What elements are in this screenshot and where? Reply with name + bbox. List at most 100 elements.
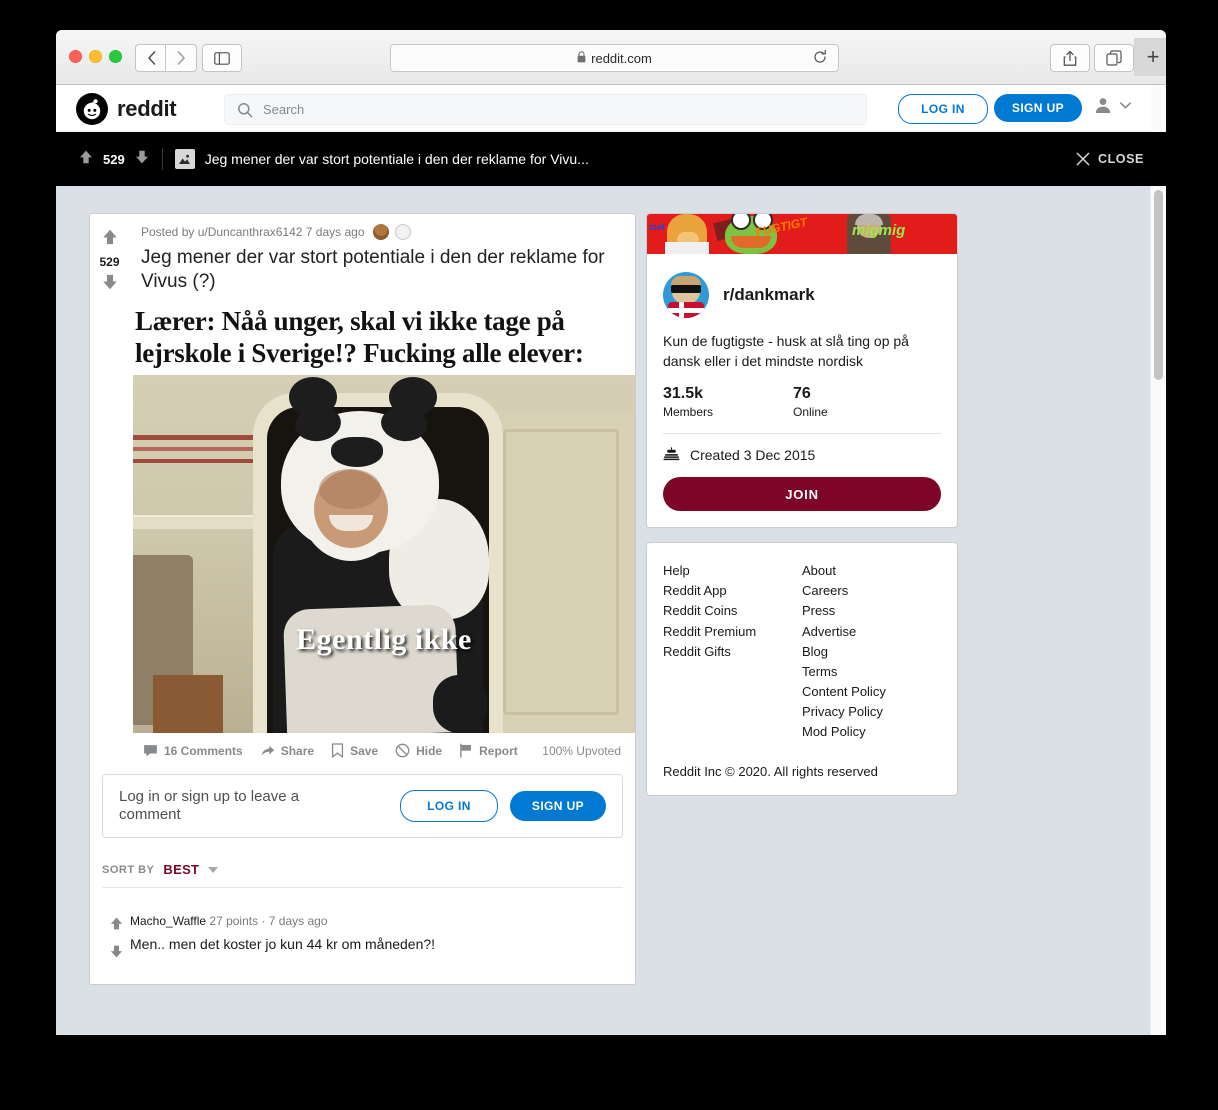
footer-link-mod-policy[interactable]: Mod Policy bbox=[802, 722, 941, 742]
hugz-award-icon[interactable] bbox=[372, 224, 389, 240]
comment-body: Macho_Waffle 27 points · 7 days ago Men.… bbox=[130, 914, 623, 964]
join-button[interactable]: JOIN bbox=[663, 477, 941, 512]
subreddit-stats: 31.5k Members 76 Online bbox=[647, 371, 957, 419]
hide-button[interactable]: Hide bbox=[395, 743, 442, 758]
meme-caption-text: Lærer: Nåå unger, skal vi ikke tage på l… bbox=[135, 306, 584, 368]
online-label: Online bbox=[793, 405, 828, 420]
sort-control[interactable]: SORT BY BEST bbox=[90, 838, 635, 887]
footer-link-about[interactable]: About bbox=[802, 561, 941, 581]
footer-link-advertise[interactable]: Advertise bbox=[802, 622, 941, 642]
reddit-home-link[interactable]: reddit bbox=[76, 93, 177, 125]
post-main: Posted by u/Duncanthrax6142 7 days ago J… bbox=[129, 214, 635, 766]
share-label: Share bbox=[280, 743, 315, 758]
lightbox-upvote-button[interactable] bbox=[78, 149, 94, 170]
post: 529 Posted by u/Duncanthrax6142 7 days a… bbox=[90, 214, 635, 766]
online-count: 76 bbox=[793, 385, 811, 403]
share-icon bbox=[1063, 50, 1077, 66]
report-button[interactable]: Report bbox=[459, 743, 518, 758]
footer-link-reddit-coins[interactable]: Reddit Coins bbox=[663, 601, 802, 621]
footer-link-privacy-policy[interactable]: Privacy Policy bbox=[802, 702, 941, 722]
lightbox-title[interactable]: Jeg mener der var stort potentiale i den… bbox=[205, 151, 589, 167]
browser-toolbar: reddit.com + bbox=[56, 30, 1166, 85]
scrollbar-thumb[interactable] bbox=[1154, 190, 1163, 380]
chevron-left-icon bbox=[147, 51, 155, 65]
user-menu-button[interactable] bbox=[1094, 96, 1131, 114]
search-input[interactable]: Search bbox=[224, 94, 867, 125]
chevron-down-icon bbox=[1120, 101, 1131, 109]
banner-text-met: met bbox=[649, 222, 666, 232]
footer-link-help[interactable]: Help bbox=[663, 561, 802, 581]
members-label: Members bbox=[663, 405, 714, 420]
login-button[interactable]: LOG IN bbox=[898, 94, 988, 124]
post-upvote-button[interactable] bbox=[101, 228, 119, 251]
subreddit-name[interactable]: r/dankmark bbox=[723, 285, 815, 305]
comment-age: 7 days ago bbox=[268, 914, 328, 929]
caravan-stripe bbox=[133, 447, 273, 452]
caravan-stripe bbox=[133, 435, 273, 441]
footer-link-terms[interactable]: Terms bbox=[802, 662, 941, 682]
page-body: 529 Posted by u/Duncanthrax6142 7 days a… bbox=[56, 186, 1166, 1035]
lightbox-vote-group: 529 bbox=[78, 149, 150, 170]
post-score: 529 bbox=[99, 255, 120, 269]
post-container: 529 Posted by u/Duncanthrax6142 7 days a… bbox=[89, 213, 636, 986]
footer-link-reddit-gifts[interactable]: Reddit Gifts bbox=[663, 642, 802, 662]
flag-icon bbox=[460, 743, 472, 758]
post-thumbnail-icon[interactable] bbox=[174, 149, 195, 169]
footer-link-press[interactable]: Press bbox=[802, 601, 941, 621]
sidebar-toggle-button[interactable] bbox=[202, 44, 242, 72]
reload-button[interactable] bbox=[812, 49, 830, 67]
footer-link-blog[interactable]: Blog bbox=[802, 642, 941, 662]
post-vote-column: 529 bbox=[90, 214, 129, 766]
comment-author[interactable]: Macho_Waffle bbox=[130, 914, 206, 928]
comment-bubble-icon bbox=[144, 745, 157, 757]
window-minimize-button[interactable] bbox=[89, 50, 102, 63]
downvote-arrow-icon bbox=[102, 274, 117, 290]
signup-button[interactable]: SIGN UP bbox=[994, 94, 1082, 122]
subreddit-card: met FUGTIGT migmig r/dankmark Kun de fug… bbox=[646, 213, 958, 529]
share-button[interactable]: Share bbox=[260, 743, 314, 758]
post-downvote-button[interactable] bbox=[101, 273, 119, 296]
subreddit-banner: met FUGTIGT migmig bbox=[647, 214, 957, 254]
footer-link-reddit-app[interactable]: Reddit App bbox=[663, 581, 802, 601]
cta-login-button[interactable]: LOG IN bbox=[400, 790, 498, 823]
comment-downvote-button[interactable] bbox=[109, 944, 124, 964]
new-tab-button[interactable]: + bbox=[1134, 38, 1166, 76]
window-maximize-button[interactable] bbox=[109, 50, 122, 63]
close-lightbox-button[interactable]: CLOSE bbox=[1076, 152, 1144, 166]
footer-link-content-policy[interactable]: Content Policy bbox=[802, 682, 941, 702]
post-image[interactable]: Lærer: Nåå unger, skal vi ikke tage på l… bbox=[133, 304, 635, 734]
comment-upvote-button[interactable] bbox=[109, 916, 124, 936]
footer-link-careers[interactable]: Careers bbox=[802, 581, 941, 601]
save-button[interactable]: Save bbox=[331, 743, 378, 759]
window-close-button[interactable] bbox=[69, 50, 82, 63]
page-scrollbar[interactable] bbox=[1150, 186, 1166, 1035]
silver-award-icon[interactable] bbox=[394, 224, 411, 240]
footer-link-reddit-premium[interactable]: Reddit Premium bbox=[663, 622, 802, 642]
lightbox-downvote-button[interactable] bbox=[134, 149, 150, 170]
reddit-wordmark: reddit bbox=[117, 96, 177, 121]
meme-photo: Egentlig ikke bbox=[133, 375, 635, 734]
comment-vote-column bbox=[102, 914, 130, 964]
show-tabs-button[interactable] bbox=[1094, 44, 1134, 72]
caravan-door bbox=[481, 411, 635, 734]
post-title[interactable]: Jeg mener der var stort potentiale i den… bbox=[129, 240, 635, 304]
cta-signup-button[interactable]: SIGN UP bbox=[510, 791, 606, 822]
downvote-arrow-icon bbox=[135, 150, 148, 163]
panda-arm bbox=[433, 675, 487, 734]
comment-separator: · bbox=[261, 914, 266, 929]
forward-button[interactable] bbox=[165, 44, 197, 72]
comments-button[interactable]: 16 Comments bbox=[143, 743, 243, 758]
report-label: Report bbox=[479, 743, 518, 758]
browser-window: reddit.com + reddit Search LOG IN SIGN U… bbox=[56, 30, 1166, 1035]
caravan-rail bbox=[133, 515, 263, 530]
back-button[interactable] bbox=[135, 44, 166, 72]
share-button[interactable] bbox=[1050, 44, 1090, 72]
banner-text-migmig: migmig bbox=[852, 222, 906, 239]
search-icon bbox=[238, 102, 253, 117]
subreddit-description: Kun de fugtigste - husk at slå ting op p… bbox=[663, 333, 909, 369]
address-bar[interactable]: reddit.com bbox=[390, 44, 839, 72]
post-byline[interactable]: Posted by u/Duncanthrax6142 7 days ago bbox=[141, 225, 365, 239]
close-label: CLOSE bbox=[1097, 152, 1144, 166]
reload-icon bbox=[814, 49, 826, 63]
cake-icon bbox=[663, 447, 680, 461]
